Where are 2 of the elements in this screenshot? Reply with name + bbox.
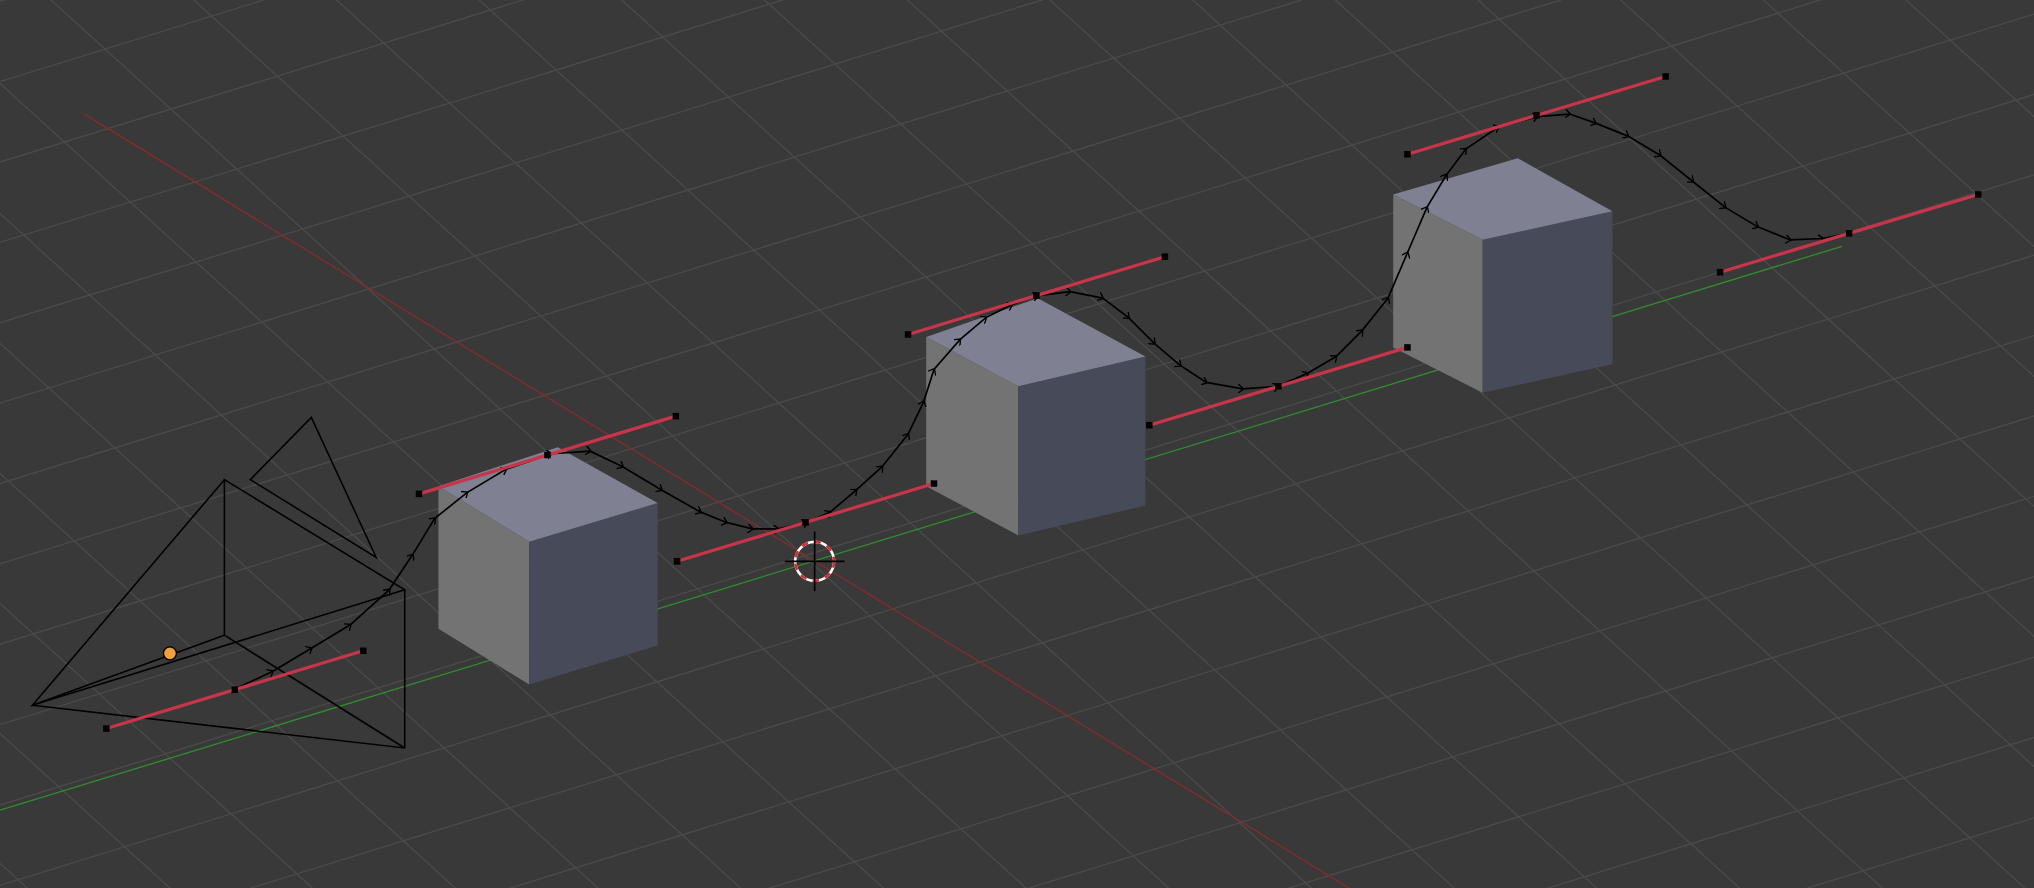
object-origin-dot — [162, 646, 178, 661]
3d-cursor-icon — [783, 530, 846, 592]
